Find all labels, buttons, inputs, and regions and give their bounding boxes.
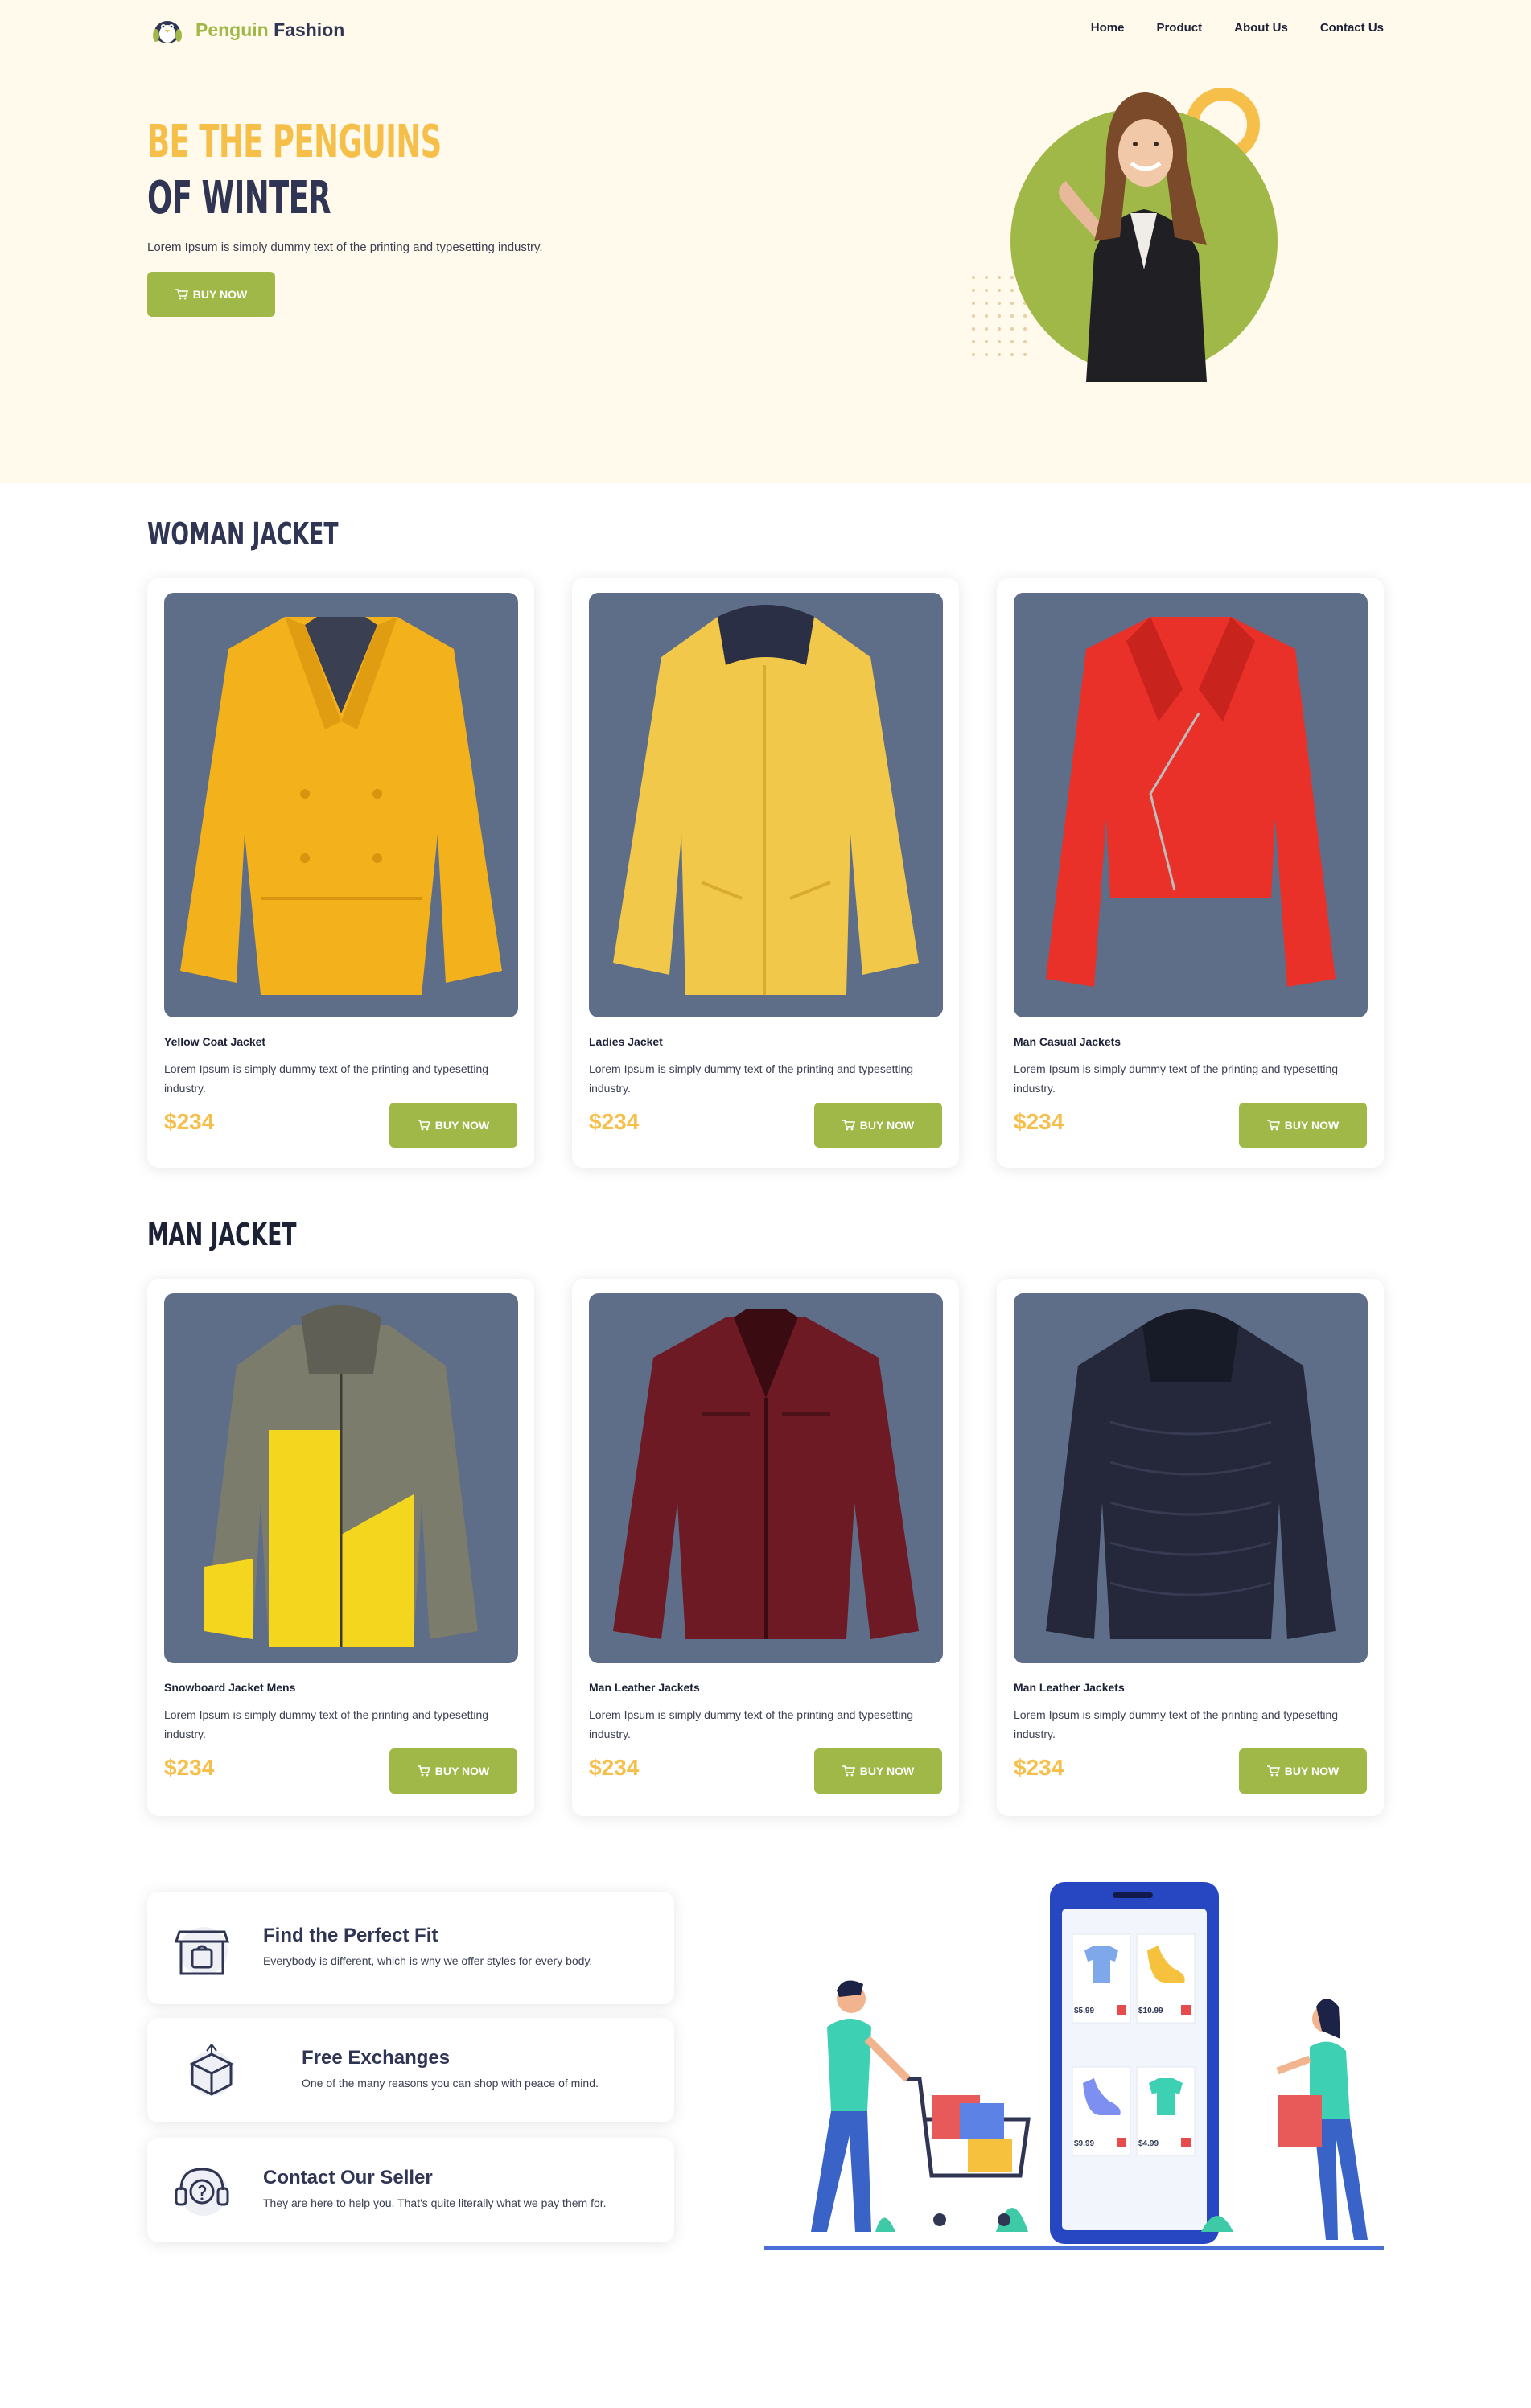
product-price: $234: [1014, 1755, 1064, 1780]
product-card: Man Leather Jackets Lorem Ipsum is simpl…: [997, 1279, 1384, 1816]
feature-card: Find the Perfect Fit Everybody is differ…: [147, 1892, 674, 2004]
hero-model-image: [972, 88, 1278, 382]
product-description: Lorem Ipsum is simply dummy text of the …: [589, 1062, 914, 1095]
brand-name: Penguin Fashion: [195, 19, 344, 41]
cart-icon: [842, 1120, 855, 1131]
feature-description: Everybody is different, which is why we …: [263, 1954, 593, 1967]
product-description: Lorem Ipsum is simply dummy text of the …: [1014, 1708, 1339, 1740]
hero-title: BE THE PENGUINS OF WINTER: [147, 114, 442, 227]
product-card: Yellow Coat Jacket Lorem Ipsum is simply…: [147, 578, 534, 1168]
woman-jacket-title: WOMAN JACKET: [147, 516, 339, 552]
buy-now-button[interactable]: BUY NOW: [1239, 1103, 1367, 1148]
product-card: Ladies Jacket Lorem Ipsum is simply dumm…: [572, 578, 959, 1168]
product-image[interactable]: [1014, 1293, 1368, 1663]
hero-title-line1: BE THE PENGUINS: [147, 116, 442, 168]
buy-now-label: BUY NOW: [1284, 1119, 1340, 1132]
cart-icon: [1266, 1765, 1280, 1777]
product-name: Man Leather Jackets: [1014, 1681, 1125, 1694]
nav-home[interactable]: Home: [1091, 21, 1125, 35]
product-card: Snowboard Jacket Mens Lorem Ipsum is sim…: [147, 1279, 534, 1816]
hero-title-line2: OF WINTER: [147, 172, 331, 224]
buy-now-label: BUY NOW: [434, 1119, 490, 1132]
main-nav: Home Product About Us Contact Us: [1091, 21, 1384, 35]
product-image[interactable]: [164, 593, 518, 1017]
snowboard-jacket-image: [204, 1305, 478, 1647]
buy-now-label: BUY NOW: [859, 1765, 915, 1777]
cart-icon: [417, 1120, 430, 1131]
product-price: $234: [589, 1755, 640, 1780]
product-name: Man Leather Jackets: [589, 1681, 700, 1694]
nav-contact-us[interactable]: Contact Us: [1320, 21, 1384, 35]
feature-description: They are here to help you. That's quite …: [263, 2196, 607, 2209]
price-label: $10.99: [1138, 2007, 1163, 2016]
buy-now-label: BUY NOW: [1284, 1765, 1340, 1777]
product-image[interactable]: [164, 1293, 518, 1663]
buy-now-label: BUY NOW: [434, 1765, 490, 1777]
ladies-jacket-image: [613, 605, 919, 995]
buy-now-button[interactable]: BUY NOW: [389, 1748, 517, 1794]
man-jacket-title: MAN JACKET: [147, 1217, 297, 1252]
cart-icon: [842, 1765, 855, 1777]
nav-about-us[interactable]: About Us: [1234, 21, 1288, 35]
yellow-coat-image: [180, 617, 502, 995]
hero-subtitle: Lorem Ipsum is simply dummy text of the …: [147, 240, 543, 254]
product-image[interactable]: [589, 1293, 943, 1663]
feature-description: One of the many reasons you can shop wit…: [302, 2077, 599, 2090]
puffer-jacket-image: [1046, 1309, 1336, 1639]
product-card: Man Leather Jackets Lorem Ipsum is simpl…: [572, 1279, 959, 1816]
leather-jacket-image: [613, 1309, 919, 1639]
hero-buy-now-button[interactable]: BUY NOW: [147, 272, 275, 317]
shopping-illustration: $5.99 $10.99 $9.99 $4.99: [764, 1882, 1384, 2250]
feature-card: Free Exchanges One of the many reasons y…: [147, 2018, 674, 2122]
red-jacket-image: [1046, 617, 1336, 987]
buy-now-button[interactable]: BUY NOW: [389, 1103, 517, 1148]
cart-icon: [1266, 1120, 1280, 1131]
buy-now-button[interactable]: BUY NOW: [814, 1748, 942, 1794]
brand-logo[interactable]: Penguin Fashion: [147, 14, 344, 45]
product-description: Lorem Ipsum is simply dummy text of the …: [589, 1708, 914, 1740]
product-name: Snowboard Jacket Mens: [164, 1681, 296, 1694]
buy-now-button[interactable]: BUY NOW: [1239, 1748, 1367, 1794]
buy-now-label: BUY NOW: [859, 1119, 915, 1132]
price-label: $5.99: [1074, 2007, 1094, 2016]
penguin-logo-icon: [153, 21, 182, 43]
cart-icon: [175, 289, 188, 300]
product-card: Man Casual Jackets Lorem Ipsum is simply…: [997, 578, 1384, 1168]
hero-buy-now-label: BUY NOW: [192, 288, 248, 301]
cart-icon: [417, 1765, 430, 1777]
store-icon: [174, 1927, 230, 1975]
price-label: $9.99: [1074, 2139, 1094, 2148]
feature-card: Contact Our Seller They are here to help…: [147, 2138, 674, 2242]
feature-title: Contact Our Seller: [263, 2167, 433, 2188]
product-image[interactable]: [1014, 593, 1368, 1017]
brand-name-part1: Penguin: [195, 18, 269, 40]
nav-product[interactable]: Product: [1156, 21, 1202, 35]
product-image[interactable]: [589, 593, 943, 1017]
product-description: Lorem Ipsum is simply dummy text of the …: [1014, 1062, 1339, 1095]
price-label: $4.99: [1138, 2139, 1159, 2148]
hero-section: Penguin Fashion Home Product About Us Co…: [0, 0, 1531, 483]
buy-now-button[interactable]: BUY NOW: [814, 1103, 942, 1148]
product-name: Yellow Coat Jacket: [164, 1035, 266, 1048]
box-icon: [189, 2044, 234, 2096]
product-description: Lorem Ipsum is simply dummy text of the …: [164, 1708, 489, 1740]
product-price: $234: [1014, 1109, 1064, 1134]
feature-title: Find the Perfect Fit: [263, 1925, 438, 1946]
product-price: $234: [589, 1109, 640, 1134]
product-price: $234: [164, 1109, 215, 1134]
product-name: Ladies Jacket: [589, 1035, 663, 1048]
support-icon: [175, 2168, 229, 2216]
product-description: Lorem Ipsum is simply dummy text of the …: [164, 1062, 489, 1095]
feature-title: Free Exchanges: [302, 2047, 451, 2069]
product-name: Man Casual Jackets: [1014, 1035, 1121, 1048]
product-price: $234: [164, 1755, 215, 1780]
brand-name-part2: Fashion: [274, 18, 345, 40]
